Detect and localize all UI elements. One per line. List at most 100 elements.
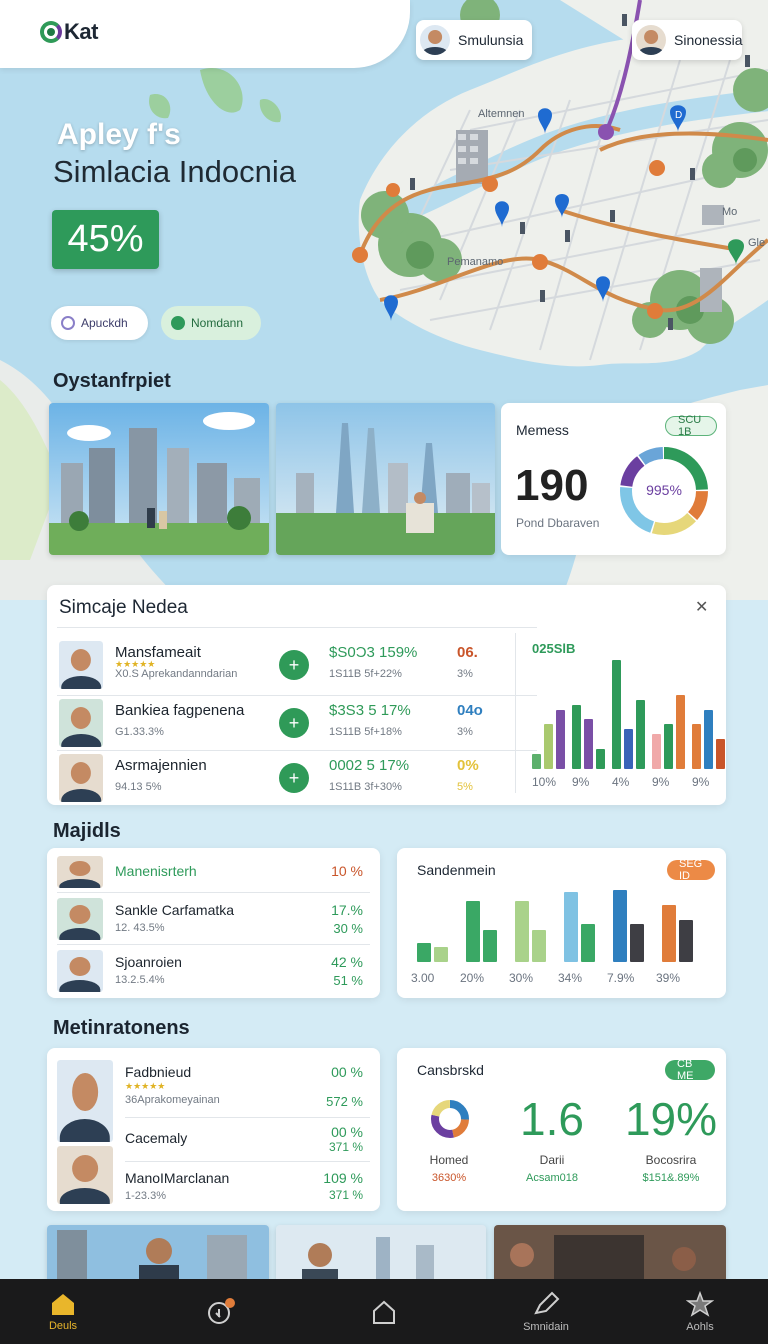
chart-tick-label: 20% [460,971,485,985]
map-pin-label: D [675,110,682,121]
hero-subtitle: Apley f's [57,118,181,151]
metrics-sub: Pond Dbaraven [516,516,600,530]
table-row[interactable]: Bankiea fagpenena G1.33.3% + $3S3 5 17% … [57,696,537,750]
section-title-overview: Oystanfrpiet [53,370,171,392]
list-item-sub: 1-23.3% [125,1190,166,1202]
people-photo-2[interactable] [276,1225,486,1285]
chart-bar [704,710,713,769]
table-row[interactable]: Mansfameait ★★★★★ X0.S Aprekandanndarian… [57,638,537,692]
nav-label: Deuls [48,1319,78,1332]
stat-label: Bocosrira [645,1153,697,1167]
chart-tick-label: 39% [656,971,681,985]
search-chat-icon [208,1297,235,1324]
chart-bar [434,947,448,962]
city-photo-1[interactable] [49,403,269,555]
people-photo-3[interactable] [494,1225,726,1285]
map-label-top: Altemnen [478,108,524,120]
profile-name-1: Smulunsia [458,32,524,48]
list-item-percent: 00 % [331,1124,363,1140]
table-row[interactable]: Asrmajennien 94.13 5% + 0002 5 17% 1S11B… [57,751,537,805]
row-percent-sub: 5% [457,781,473,793]
city-photo-2[interactable] [276,403,495,555]
sandenmein-title: Sandenmein [417,862,496,878]
chart-bar [679,920,693,962]
chart-bar [596,749,605,769]
chart-bar [636,700,645,769]
chart-bar [664,724,673,769]
person-photo [59,641,103,689]
chart-bar [466,901,480,962]
sandenmein-badge: SEG ID [667,858,715,882]
list-item-percent: 00 % [331,1064,363,1080]
plus-icon[interactable]: + [279,650,309,680]
sandenmein-card: Sandenmein SEG ID 3.00 20% 30% 34% 7.9% 39% [397,848,726,998]
close-icon[interactable]: ✕ [695,597,708,617]
sandenmein-chart-axis: 3.00 20% 30% 34% 7.9% 39% [411,971,711,987]
metrics-card[interactable]: Memess SCU 1B 190 Pond Dbaraven 995% [501,403,726,555]
chart-tick-label: 9% [692,775,710,789]
pill-label: Apuckdh [81,316,128,330]
simcaje-bar-chart [532,655,725,769]
chart-bar [564,892,578,962]
chart-bar [581,924,595,962]
row-name: Asrmajennien [115,757,207,774]
people-photo-1[interactable] [47,1225,269,1285]
list-item-percent-sub: 371 % [328,1188,363,1202]
row-sub: G1.33.3% [115,726,164,738]
people-indoor-image [494,1225,726,1285]
chart-tick-label: 10% [532,775,557,789]
city-skyline-image [49,403,269,555]
chart-bar [417,943,431,962]
list-item-name: Sjoanroien [115,954,182,970]
list-item-name: Fadbnieud [125,1064,192,1080]
nav-item-home[interactable] [329,1279,439,1344]
chart-tick-label: 9% [572,775,590,789]
chart-tick-label: 34% [558,971,583,985]
profile-chip-1[interactable]: Smulunsia [416,20,532,60]
metrics-title: Memess [516,422,569,438]
list-item-name: Manenisrterh [115,863,197,879]
chart-bar [532,930,546,962]
profile-chip-2[interactable]: Sinonessia [632,20,743,60]
list-item[interactable]: Fadbnieud ★★★★★ 36Aprakomeyainan 00 % 57… [57,1056,377,1142]
stat-sub: 3630% [431,1172,467,1184]
app-logo[interactable]: Kat [40,19,98,45]
simcaje-title: Simcaje Nedea [59,597,188,618]
chart-bar [483,930,497,962]
cansbrskd-card: Cansbrskd CB ME Homed 3630% 1.6 Darii Ac… [397,1048,726,1211]
chart-tick-label: 30% [509,971,534,985]
map-label-right-2: Gle [748,237,765,249]
list-item[interactable]: Sjoanroien 13.2.5.4% 42 % 51 % [57,946,377,994]
chart-bar [515,901,529,962]
plus-icon[interactable]: + [279,708,309,738]
chart-bar [613,890,627,962]
chart-bar [612,660,621,769]
filter-pill-apuckdh[interactable]: Apuckdh [51,306,148,340]
avatar [420,25,450,55]
nav-item-smnidain[interactable]: Smnidain [491,1279,601,1344]
nav-item-aohls[interactable]: Aohls [645,1279,755,1344]
filter-pill-nomdann[interactable]: Nomdann [161,306,261,340]
list-item[interactable]: Sankle Carfamatka 12. 43.5% 17.% 30 % [57,894,377,942]
nav-item-search[interactable] [166,1279,276,1344]
nav-label: Aohls [686,1320,714,1333]
plus-icon[interactable]: + [279,763,309,793]
metinrationens-card: Fadbnieud ★★★★★ 36Aprakomeyainan 00 % 57… [47,1048,380,1211]
divider [515,633,516,793]
chart-bar [584,719,593,769]
section-title-metinrationens: Metinratonens [53,1017,190,1039]
chart-tick-label: 9% [652,775,670,789]
divider [57,944,370,945]
avatar [636,25,666,55]
list-item-name: Sankle Carfamatka [115,902,235,918]
simcaje-chart-axis: 10% 9% 4% 9% 9% [532,775,717,791]
list-item[interactable]: Manenisrterh 10 % [57,848,377,896]
list-item[interactable]: ManoIMarclanan 1-23.3% 109 % 371 % [57,1144,377,1204]
list-item-percent: 10 % [331,863,363,879]
row-value-sub: 1S11B 5f+18% [329,726,402,738]
nav-item-deuls[interactable]: Deuls [8,1279,118,1344]
stat-label: Darii [539,1153,565,1167]
pen-icon [534,1291,560,1314]
home-icon [52,1293,74,1315]
chart-tick-label: 7.9% [607,971,635,985]
